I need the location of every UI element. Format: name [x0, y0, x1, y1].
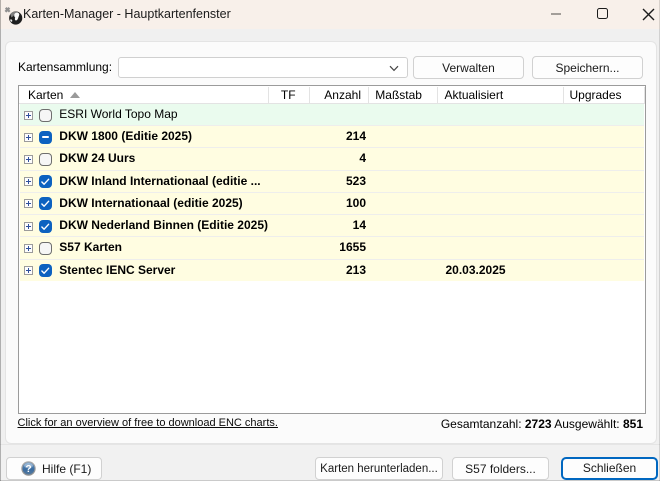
- svg-text:?: ?: [25, 464, 31, 475]
